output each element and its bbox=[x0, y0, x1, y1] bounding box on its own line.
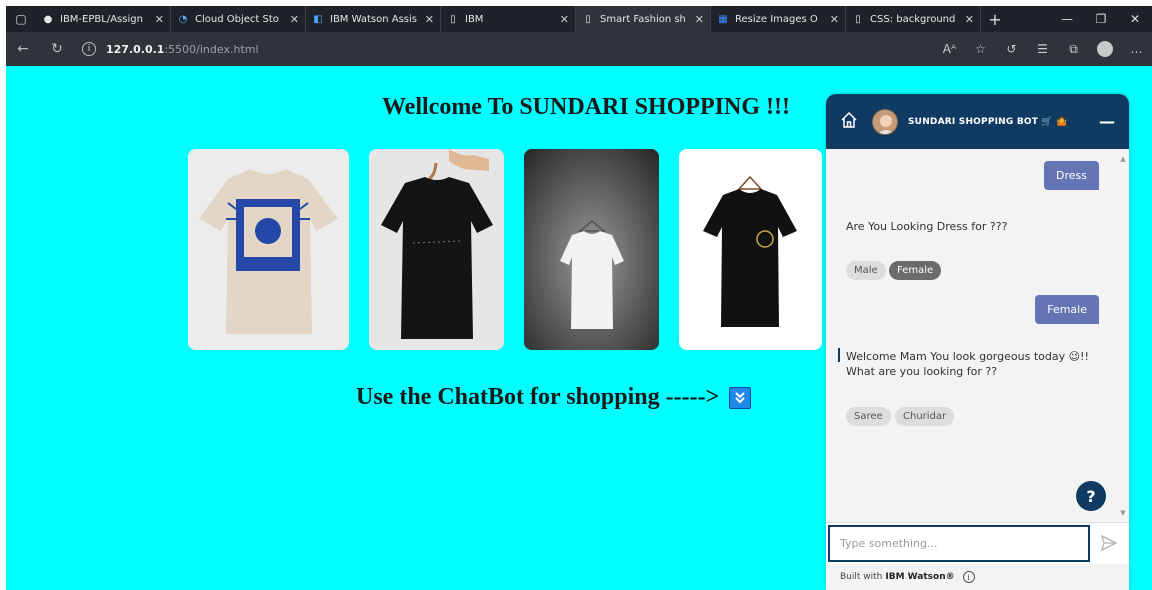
chatbot-header: SUNDARI SHOPPING BOT 🛒 🤷 — bbox=[826, 94, 1129, 149]
close-tab-icon[interactable]: ✕ bbox=[560, 13, 569, 26]
chat-scrollbar[interactable]: ▲ ▼ bbox=[1119, 155, 1127, 517]
cloud-icon: ◔ bbox=[178, 13, 188, 25]
chat-input[interactable] bbox=[828, 525, 1090, 562]
browser-tab[interactable]: ▯ IBM ✕ bbox=[441, 6, 576, 32]
black-tshirt-hanger-image bbox=[369, 149, 504, 350]
url-path: :5500/index.html bbox=[164, 42, 259, 56]
profile-avatar[interactable] bbox=[1097, 41, 1113, 57]
bot-message-line: Welcome Mam You look gorgeous today 😉!! bbox=[846, 350, 1089, 363]
down-arrow-icon bbox=[729, 386, 752, 409]
bot-message-line: What are you looking for ?? bbox=[846, 365, 998, 378]
cta-text: Use the ChatBot for shopping -----> bbox=[356, 384, 720, 410]
browser-tab[interactable]: ● IBM-EPBL/Assign ✕ bbox=[36, 6, 171, 32]
chat-input-row bbox=[826, 522, 1129, 564]
new-tab-button[interactable]: + bbox=[981, 6, 1009, 32]
tab-title: Resize Images O bbox=[735, 13, 818, 25]
page-icon: ▯ bbox=[585, 13, 591, 25]
close-window-icon[interactable]: ✕ bbox=[1118, 6, 1152, 32]
close-tab-icon[interactable]: ✕ bbox=[155, 13, 164, 26]
message-list: Dress Are You Looking Dress for ??? Male… bbox=[826, 149, 1129, 522]
browser-tab[interactable]: ▦ Resize Images O ✕ bbox=[711, 6, 846, 32]
minimize-chat-icon[interactable]: — bbox=[1099, 112, 1115, 131]
page-icon: ▯ bbox=[855, 13, 861, 25]
url-host: 127.0.0.1 bbox=[106, 42, 165, 56]
back-icon[interactable]: ← bbox=[6, 41, 40, 57]
more-menu-icon[interactable]: … bbox=[1121, 42, 1152, 56]
welcome-heading: Wellcome To SUNDARI SHOPPING !!! bbox=[382, 94, 790, 120]
tab-title: IBM Watson Assis bbox=[330, 13, 418, 25]
browser-tab[interactable]: ▯ CSS: background ✕ bbox=[846, 6, 981, 32]
white-tshirt-wall-image bbox=[524, 149, 659, 350]
minimize-window-icon[interactable]: — bbox=[1050, 6, 1084, 32]
beige-tshirt-image bbox=[188, 149, 349, 350]
product-image-3[interactable] bbox=[524, 149, 659, 350]
reload-icon[interactable]: ↻ bbox=[40, 41, 74, 57]
tab-actions-icon[interactable]: ▢ bbox=[6, 6, 36, 32]
close-tab-icon[interactable]: ✕ bbox=[965, 13, 974, 26]
close-tab-icon[interactable]: ✕ bbox=[425, 13, 434, 26]
url-field[interactable]: i 127.0.0.1 :5500/index.html bbox=[82, 42, 259, 56]
tab-title: IBM-EPBL/Assign bbox=[60, 13, 143, 25]
option-chip-female[interactable]: Female bbox=[889, 261, 942, 280]
toolbar-right: Aᴬ ☆ ↺ ☰ ⧉ … bbox=[934, 41, 1152, 57]
info-icon[interactable]: i bbox=[962, 571, 975, 583]
favorites-list-icon[interactable]: ☰ bbox=[1027, 42, 1058, 56]
option-chip-saree[interactable]: Saree bbox=[846, 407, 891, 426]
browser-tab[interactable]: ◔ Cloud Object Sto ✕ bbox=[171, 6, 306, 32]
black-tshirt-logo-image bbox=[679, 149, 822, 350]
browser-tab-active[interactable]: ▯ Smart Fashion sh ✕ bbox=[576, 6, 711, 32]
bot-message: Are You Looking Dress for ??? bbox=[846, 220, 1008, 233]
bot-avatar bbox=[872, 108, 898, 135]
bot-message: Welcome Mam You look gorgeous today 😉!! … bbox=[846, 349, 1089, 379]
product-image-4[interactable] bbox=[679, 149, 822, 350]
tab-title: Cloud Object Sto bbox=[195, 13, 279, 25]
refresh-sync-icon[interactable]: ↺ bbox=[996, 42, 1027, 56]
tab-title: IBM bbox=[465, 13, 484, 25]
window-controls: — ❐ ✕ bbox=[1050, 6, 1152, 32]
footer-prefix: Built with bbox=[840, 572, 883, 582]
browser-tab[interactable]: ◧ IBM Watson Assis ✕ bbox=[306, 6, 441, 32]
scroll-up-icon[interactable]: ▲ bbox=[1119, 155, 1127, 163]
page-icon: ▯ bbox=[450, 13, 456, 25]
bot-message-marker bbox=[838, 348, 840, 362]
product-image-2[interactable] bbox=[369, 149, 504, 350]
chatbot-cta: Use the ChatBot for shopping -----> bbox=[356, 384, 752, 411]
option-chip-churidar[interactable]: Churidar bbox=[895, 407, 955, 426]
watson-icon: ◧ bbox=[313, 13, 323, 25]
chat-footer: Built with IBM Watson® i bbox=[826, 564, 1129, 590]
close-tab-icon[interactable]: ✕ bbox=[830, 13, 839, 26]
help-button[interactable]: ? bbox=[1076, 481, 1106, 511]
address-bar: ← ↻ i 127.0.0.1 :5500/index.html Aᴬ ☆ ↺ … bbox=[6, 32, 1152, 66]
read-aloud-icon[interactable]: Aᴬ bbox=[934, 42, 965, 56]
scroll-down-icon[interactable]: ▼ bbox=[1119, 509, 1127, 517]
user-message: Female bbox=[1035, 295, 1099, 324]
github-icon: ● bbox=[43, 13, 53, 25]
restore-window-icon[interactable]: ❐ bbox=[1084, 6, 1118, 32]
user-message: Dress bbox=[1044, 161, 1099, 190]
home-icon[interactable] bbox=[840, 111, 860, 133]
site-info-icon[interactable]: i bbox=[82, 42, 96, 56]
chatbot-widget: SUNDARI SHOPPING BOT 🛒 🤷 — Dress Are You… bbox=[826, 94, 1129, 590]
option-chip-male[interactable]: Male bbox=[846, 261, 886, 280]
favorite-star-icon[interactable]: ☆ bbox=[965, 42, 996, 56]
send-icon[interactable] bbox=[1099, 533, 1121, 555]
tab-title: Smart Fashion sh bbox=[600, 13, 686, 25]
footer-brand: IBM Watson® bbox=[885, 572, 955, 582]
image-icon: ▦ bbox=[718, 13, 728, 25]
product-image-1[interactable] bbox=[188, 149, 349, 350]
tab-title: CSS: background bbox=[870, 13, 956, 25]
close-tab-icon[interactable]: ✕ bbox=[290, 13, 299, 26]
browser-tab-bar: ▢ ● IBM-EPBL/Assign ✕ ◔ Cloud Object Sto… bbox=[6, 6, 1152, 32]
collections-icon[interactable]: ⧉ bbox=[1058, 42, 1089, 57]
close-tab-icon[interactable]: ✕ bbox=[695, 13, 704, 26]
bot-name: SUNDARI SHOPPING BOT 🛒 🤷 bbox=[908, 116, 1068, 127]
